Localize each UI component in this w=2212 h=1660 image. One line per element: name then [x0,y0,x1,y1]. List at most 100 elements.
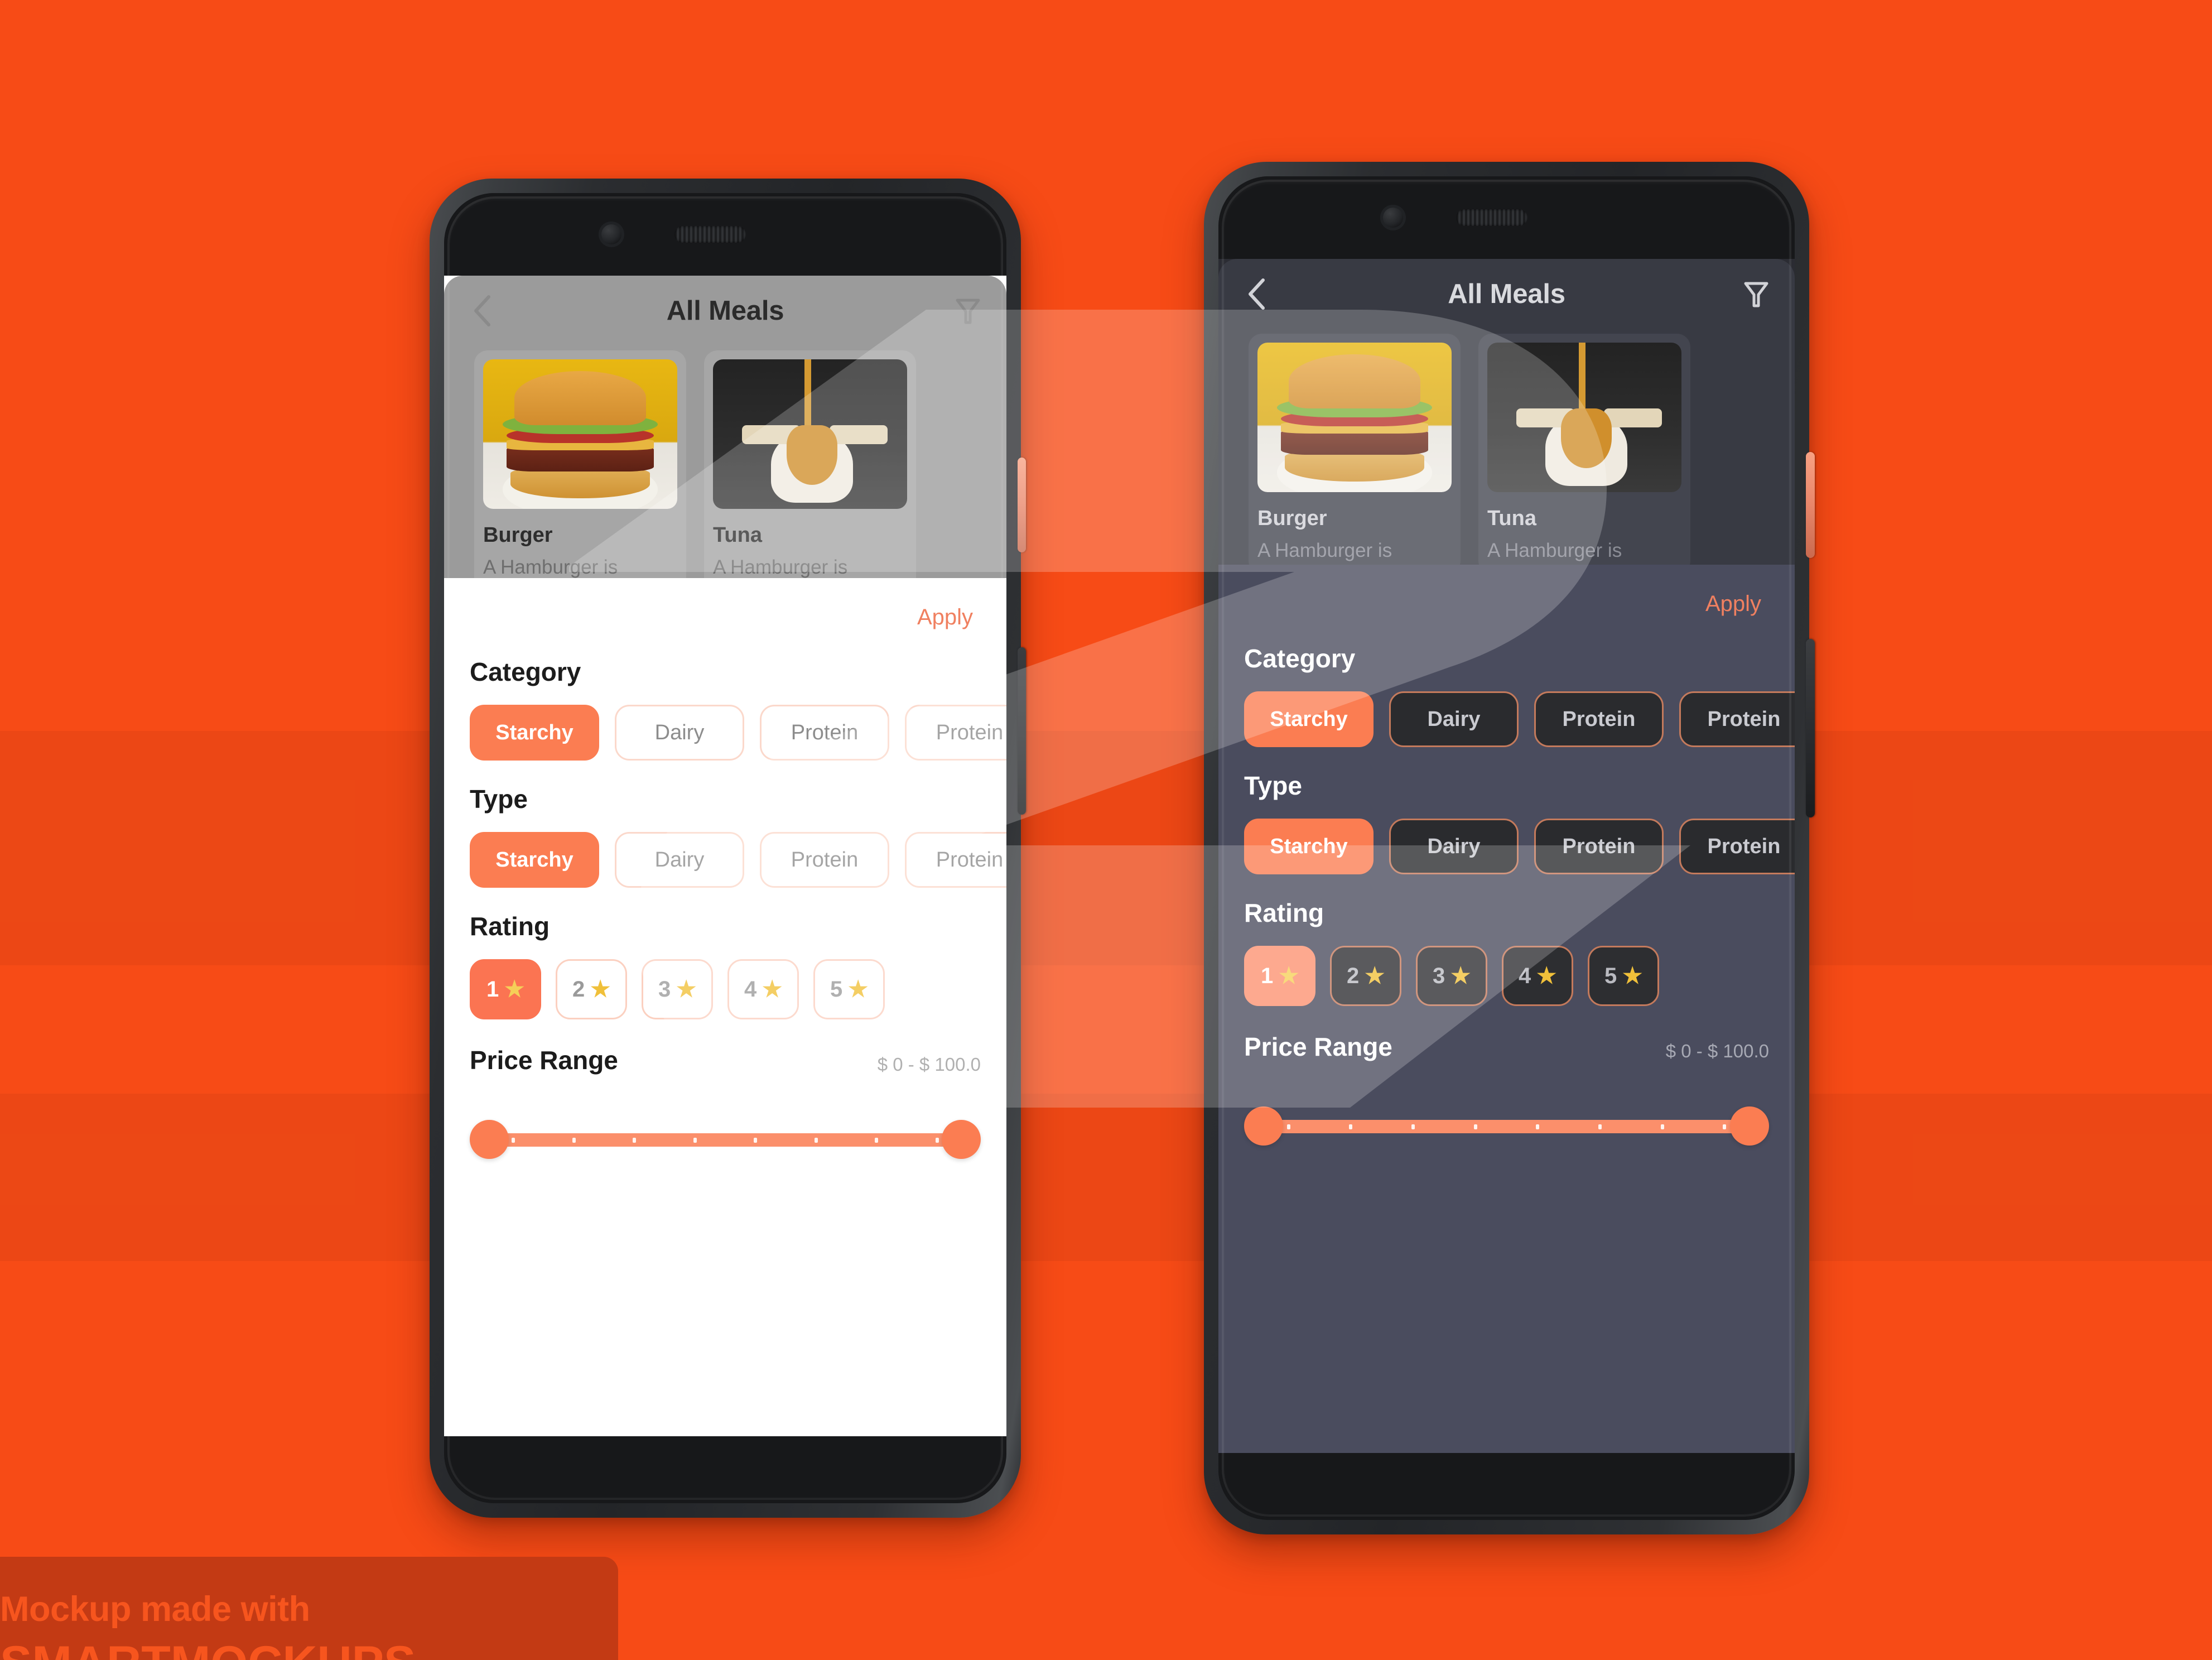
volume-button[interactable] [1018,458,1026,552]
meal-name: Burger [1257,507,1327,530]
rating-option-1[interactable]: 1 ★ [470,959,541,1019]
rating-number: 5 [1604,963,1617,988]
type-chip-row: Starchy Dairy Protein Protein [470,832,1006,888]
slider-thumb-max[interactable] [942,1120,981,1159]
chip-type-protein-1[interactable]: Protein [760,832,889,888]
meal-card[interactable]: Tuna A Hamburger is [1478,334,1690,574]
front-camera-icon [1380,205,1406,230]
chip-category-dairy[interactable]: Dairy [615,705,744,761]
category-chip-row: Starchy Dairy Protein Protein [470,705,1006,761]
star-icon: ★ [1536,964,1557,988]
earpiece-speaker-icon [674,226,746,243]
meal-name: Tuna [1487,507,1536,530]
section-title-rating: Rating [470,912,550,941]
chip-type-starchy[interactable]: Starchy [1244,819,1374,874]
meal-description: A Hamburger is [713,556,848,578]
power-button[interactable] [1806,639,1815,817]
tuna-dessert-photo [713,359,907,509]
rating-option-2[interactable]: 2 ★ [1330,946,1401,1006]
rating-option-5[interactable]: 5 ★ [813,959,885,1019]
slider-thumb-min[interactable] [470,1120,509,1159]
burger-photo [1257,343,1452,492]
chip-category-protein-2[interactable]: Protein [1679,691,1795,747]
meal-card[interactable]: Tuna A Hamburger is [704,350,916,591]
front-camera-icon [599,222,624,247]
app-screen-dark: All Meals Burger A Hamburger is Tuna A H… [1218,259,1795,1453]
page-title: All Meals [1448,279,1565,309]
price-range-value: $ 0 - $ 100.0 [1665,1041,1769,1061]
chip-category-protein-2[interactable]: Protein [905,705,1006,761]
chip-type-protein-2[interactable]: Protein [1679,819,1795,874]
chip-type-dairy[interactable]: Dairy [615,832,744,888]
background-band [0,731,2212,965]
type-chip-row: Starchy Dairy Protein Protein [1244,819,1795,874]
chip-type-starchy[interactable]: Starchy [470,832,599,888]
apply-button[interactable]: Apply [1698,588,1769,620]
chip-category-starchy[interactable]: Starchy [1244,691,1374,747]
chip-type-protein-1[interactable]: Protein [1534,819,1664,874]
tuna-dessert-photo [1487,343,1681,492]
rating-option-2[interactable]: 2 ★ [556,959,627,1019]
rating-option-5[interactable]: 5 ★ [1588,946,1659,1006]
rating-number: 2 [1346,963,1360,988]
chip-type-dairy[interactable]: Dairy [1389,819,1519,874]
rating-option-1[interactable]: 1 ★ [1244,946,1315,1006]
meal-description: A Hamburger is [1257,540,1392,561]
volume-button[interactable] [1806,452,1815,558]
rating-option-4[interactable]: 4 ★ [1502,946,1573,1006]
section-title-rating: Rating [1244,898,1324,927]
burger-photo [483,359,677,509]
phone-screen-area: All Meals Burger A Hamburger is Tuna A H… [444,193,1006,1503]
mockup-credit-box: Mockup made with SMARTMOCKUPS [0,1557,618,1660]
rating-number: 3 [1432,963,1445,988]
navigation-bar: All Meals [1241,259,1772,329]
section-title-price-range: Price Range [470,1046,618,1075]
price-range-slider[interactable] [470,1120,981,1159]
star-icon: ★ [848,977,869,1002]
slider-track [483,1133,967,1147]
rating-option-4[interactable]: 4 ★ [727,959,799,1019]
slider-thumb-min[interactable] [1244,1106,1283,1146]
credit-line-2: SMARTMOCKUPS [0,1636,416,1660]
chip-type-protein-2[interactable]: Protein [905,832,1006,888]
meal-card-list: Burger A Hamburger is Tuna A Hamburger i… [466,346,984,608]
filter-sheet: Apply Category Starchy Dairy Protein Pro… [444,578,1006,1436]
rating-option-row: 1 ★ 2 ★ 3 ★ 4 ★ 5 ★ [470,959,981,1019]
app-header-region: All Meals Burger A Hamburger is Tuna A H… [1218,259,1795,591]
chip-category-protein-1[interactable]: Protein [760,705,889,761]
rating-number: 4 [1518,963,1531,988]
star-icon: ★ [762,977,783,1002]
section-title-price-range: Price Range [1244,1032,1392,1061]
background-band [0,1094,2212,1261]
meal-name: Tuna [713,523,762,547]
star-icon: ★ [1365,964,1385,988]
chip-category-dairy[interactable]: Dairy [1389,691,1519,747]
price-range-value: $ 0 - $ 100.0 [877,1054,981,1075]
credit-line-1: Mockup made with [0,1590,310,1629]
rating-option-3[interactable]: 3 ★ [642,959,713,1019]
section-title-type: Type [470,785,528,814]
price-range-slider[interactable] [1244,1106,1769,1146]
page-title: All Meals [666,296,784,326]
chip-category-starchy[interactable]: Starchy [470,705,599,761]
meal-card[interactable]: Burger A Hamburger is [474,350,686,591]
star-icon: ★ [1279,964,1299,988]
star-icon: ★ [590,977,611,1002]
rating-number: 1 [1260,963,1274,988]
phone-bottom-bezel [444,1436,1006,1503]
rating-number: 4 [744,976,757,1002]
meal-card[interactable]: Burger A Hamburger is [1249,334,1461,574]
slider-thumb-max[interactable] [1730,1106,1769,1146]
star-icon: ★ [1450,964,1471,988]
phone-bottom-bezel [1218,1453,1795,1520]
rating-option-3[interactable]: 3 ★ [1416,946,1487,1006]
meal-description: A Hamburger is [483,556,618,578]
rating-option-row: 1 ★ 2 ★ 3 ★ 4 ★ 5 ★ [1244,946,1769,1006]
apply-row: Apply [470,602,981,633]
rating-number: 5 [830,976,843,1002]
chip-category-protein-1[interactable]: Protein [1534,691,1664,747]
phone-screen-area: All Meals Burger A Hamburger is Tuna A H… [1218,176,1795,1520]
apply-button[interactable]: Apply [909,602,981,633]
power-button[interactable] [1018,647,1026,815]
star-icon: ★ [1622,964,1643,988]
